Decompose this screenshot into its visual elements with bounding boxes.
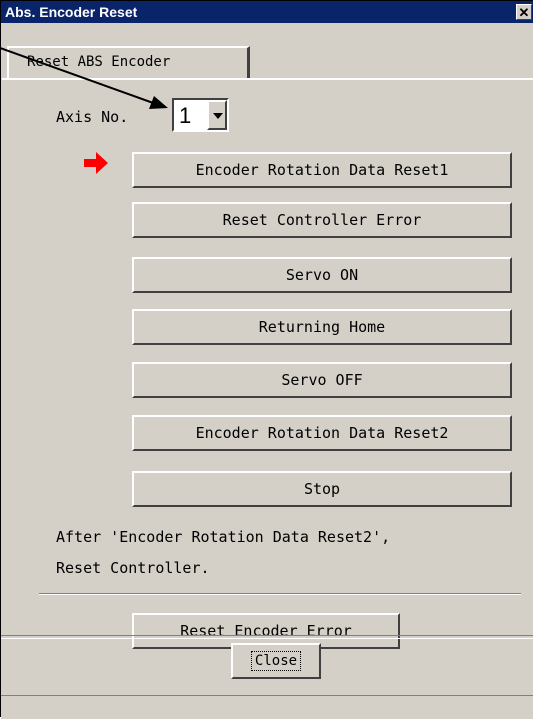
reset-controller-error-button[interactable]: Reset Controller Error — [132, 202, 512, 238]
close-button-label: Close — [250, 651, 302, 671]
axis-no-value: 1 — [179, 103, 192, 128]
abs-encoder-reset-window: Abs. Encoder Reset ✕ Reset ABS Encoder A… — [0, 0, 533, 719]
note-line-1: After 'Encoder Rotation Data Reset2', — [56, 528, 391, 546]
title-bar[interactable]: Abs. Encoder Reset ✕ — [1, 1, 533, 23]
panel-divider — [1, 635, 533, 639]
axis-no-select[interactable]: 1 — [172, 98, 229, 132]
window-title: Abs. Encoder Reset — [5, 4, 138, 20]
divider — [39, 593, 521, 595]
window-footer — [1, 695, 533, 719]
stop-button[interactable]: Stop — [132, 471, 512, 507]
tab-reset-abs-encoder[interactable]: Reset ABS Encoder — [7, 46, 250, 78]
note-line-2: Reset Controller. — [56, 559, 210, 577]
servo-off-button[interactable]: Servo OFF — [132, 362, 512, 398]
encoder-rotation-data-reset1-button[interactable]: Encoder Rotation Data Reset1 — [132, 152, 512, 188]
red-arrow-icon — [84, 152, 108, 174]
close-icon[interactable]: ✕ — [516, 4, 532, 20]
close-button[interactable]: Close — [231, 643, 321, 679]
encoder-rotation-data-reset2-button[interactable]: Encoder Rotation Data Reset2 — [132, 415, 512, 451]
servo-on-button[interactable]: Servo ON — [132, 257, 512, 293]
axis-no-label: Axis No. — [56, 108, 129, 126]
chevron-down-icon[interactable] — [207, 100, 227, 130]
returning-home-button[interactable]: Returning Home — [132, 309, 512, 345]
